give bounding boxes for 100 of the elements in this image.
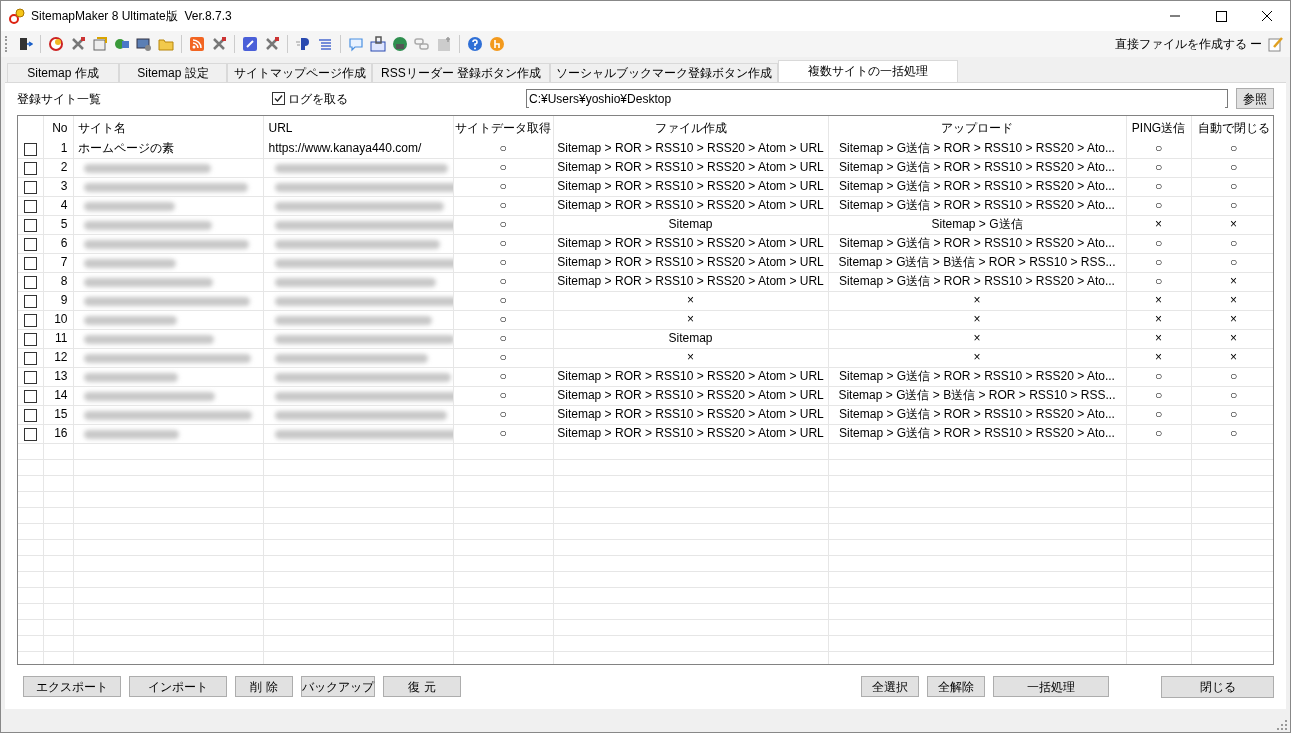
table-cell: × bbox=[1155, 350, 1162, 365]
path-field[interactable]: C:¥Users¥yoshio¥Desktop bbox=[526, 89, 1228, 109]
table-cell: ○ bbox=[1229, 255, 1238, 270]
action-button[interactable]: 復 元 bbox=[383, 676, 461, 698]
table-cell: ○ bbox=[1154, 179, 1163, 194]
browse-button[interactable]: 参照 bbox=[1236, 88, 1274, 110]
table-cell: 1 bbox=[60, 141, 68, 156]
direct-file-label: 直接ファイルを作成する ー bbox=[1114, 35, 1262, 53]
tab[interactable]: RSSリーダー 登録ボタン作成 bbox=[372, 62, 550, 82]
link-icon[interactable] bbox=[242, 35, 258, 52]
table-cell: ○ bbox=[499, 274, 507, 289]
table-cell: ○ bbox=[499, 217, 507, 232]
table-cell: × bbox=[973, 293, 981, 308]
table-cell: ○ bbox=[499, 426, 507, 441]
table-cell: Sitemap > ROR > RSS10 > RSS20 > Atom > URL bbox=[557, 274, 824, 289]
table-cell: ○ bbox=[1229, 407, 1238, 422]
row-checkbox[interactable] bbox=[23, 333, 37, 347]
table-cell: × bbox=[1230, 217, 1237, 232]
row-checkbox[interactable] bbox=[23, 238, 37, 252]
row-checkbox[interactable] bbox=[23, 314, 37, 328]
app-logo-icon bbox=[9, 8, 25, 24]
resize-grip-icon[interactable] bbox=[1277, 720, 1287, 730]
row-checkbox[interactable] bbox=[23, 276, 37, 290]
table-cell: × bbox=[973, 331, 981, 346]
table-cell: ○ bbox=[499, 369, 507, 384]
tab[interactable]: Sitemap 設定 bbox=[119, 62, 227, 82]
row-checkbox[interactable] bbox=[23, 390, 37, 404]
table-cell: Sitemap > ROR > RSS10 > RSS20 > Atom > URL bbox=[557, 236, 824, 251]
table-cell: https://www.kanaya440.com/ bbox=[268, 141, 422, 156]
table-cell: × bbox=[973, 312, 981, 327]
row-checkbox[interactable] bbox=[23, 295, 37, 309]
action-button[interactable]: インポート bbox=[129, 676, 227, 698]
action-button[interactable]: 全選択 bbox=[861, 676, 919, 698]
checkbox[interactable] bbox=[272, 92, 285, 106]
table-cell: × bbox=[1230, 331, 1237, 346]
column-header: サイトデータ取得 bbox=[455, 120, 551, 135]
action-button[interactable]: エクスポート bbox=[23, 676, 121, 698]
table-cell: ○ bbox=[1154, 426, 1163, 441]
close-button[interactable]: 閉じる bbox=[1161, 675, 1274, 698]
table-cell: ○ bbox=[1154, 369, 1163, 384]
column-header: PING送信 bbox=[1131, 120, 1186, 135]
table-cell: Sitemap > G送信 > ROR > RSS10 > RSS20 > Ato... bbox=[839, 274, 1115, 289]
row-checkbox[interactable] bbox=[23, 409, 37, 423]
column-header: URL bbox=[268, 120, 293, 135]
monitor-icon[interactable] bbox=[136, 35, 152, 52]
table-cell: ○ bbox=[1229, 160, 1238, 175]
row-checkbox[interactable] bbox=[23, 428, 37, 442]
help-icon[interactable] bbox=[467, 35, 483, 52]
row-checkbox[interactable] bbox=[23, 181, 37, 195]
tab[interactable]: Sitemap 作成 bbox=[7, 62, 119, 82]
table-cell: ○ bbox=[499, 141, 507, 156]
action-button[interactable]: 一括処理 bbox=[993, 676, 1109, 698]
action-button[interactable]: 全解除 bbox=[927, 676, 985, 698]
table-cell: 9 bbox=[60, 293, 68, 308]
table-cell: × bbox=[687, 350, 694, 365]
table-cell: Sitemap > G送信 > ROR > RSS10 > RSS20 > Ato... bbox=[839, 426, 1115, 441]
tab[interactable]: 複数サイトの一括処理 bbox=[778, 59, 958, 82]
table-cell: ○ bbox=[1154, 236, 1163, 251]
table-cell: Sitemap > ROR > RSS10 > RSS20 > Atom > URL bbox=[557, 388, 824, 403]
row-checkbox[interactable] bbox=[23, 257, 37, 271]
table-cell: 13 bbox=[54, 369, 68, 384]
tab[interactable]: サイトマップページ作成 bbox=[227, 62, 372, 82]
table-cell: 16 bbox=[54, 426, 68, 441]
table-cell: ○ bbox=[1229, 179, 1238, 194]
table-cell: ホームページの素 bbox=[77, 141, 174, 156]
row-checkbox[interactable] bbox=[23, 143, 37, 157]
table-cell: 8 bbox=[60, 274, 68, 289]
table-cell: × bbox=[1155, 331, 1162, 346]
tab[interactable]: ソーシャルブックマーク登録ボタン作成 bbox=[550, 62, 778, 82]
checkbox-label: ログを取る bbox=[288, 90, 348, 108]
column-header: アップロード bbox=[941, 120, 1013, 135]
row-checkbox[interactable] bbox=[23, 219, 37, 233]
action-button[interactable]: 削 除 bbox=[235, 676, 293, 698]
table-cell: × bbox=[1155, 217, 1162, 232]
table-cell: ○ bbox=[499, 331, 507, 346]
table-cell: 2 bbox=[60, 160, 68, 175]
row-checkbox[interactable] bbox=[23, 200, 37, 214]
row-checkbox[interactable] bbox=[23, 352, 37, 366]
table-cell: ○ bbox=[1154, 388, 1163, 403]
column-header: サイト名 bbox=[77, 120, 126, 135]
row-checkbox[interactable] bbox=[23, 162, 37, 176]
table-cell: 6 bbox=[60, 236, 68, 251]
table-cell: Sitemap > G送信 > ROR > RSS10 > RSS20 > Ato... bbox=[839, 160, 1115, 175]
table-cell: 14 bbox=[54, 388, 68, 403]
table-cell: Sitemap > ROR > RSS10 > RSS20 > Atom > URL bbox=[557, 198, 824, 213]
row-checkbox[interactable] bbox=[23, 371, 37, 385]
table-cell: ○ bbox=[1154, 198, 1163, 213]
table-cell: Sitemap > ROR > RSS10 > RSS20 > Atom > URL bbox=[557, 255, 824, 270]
table-cell: ○ bbox=[499, 179, 507, 194]
table-cell: ○ bbox=[1154, 255, 1163, 270]
rss-icon[interactable] bbox=[189, 35, 205, 52]
p-letter-icon[interactable] bbox=[295, 35, 311, 52]
table-cell: × bbox=[1230, 350, 1237, 365]
table-cell: Sitemap bbox=[668, 217, 713, 232]
action-button[interactable]: バックアップ bbox=[301, 676, 375, 698]
table-cell: Sitemap > G送信 bbox=[931, 217, 1023, 232]
table-cell: 11 bbox=[55, 331, 68, 346]
door-icon[interactable] bbox=[17, 35, 33, 52]
table-cell: Sitemap > ROR > RSS10 > RSS20 > Atom > URL bbox=[557, 141, 824, 156]
table-cell: × bbox=[687, 293, 694, 308]
